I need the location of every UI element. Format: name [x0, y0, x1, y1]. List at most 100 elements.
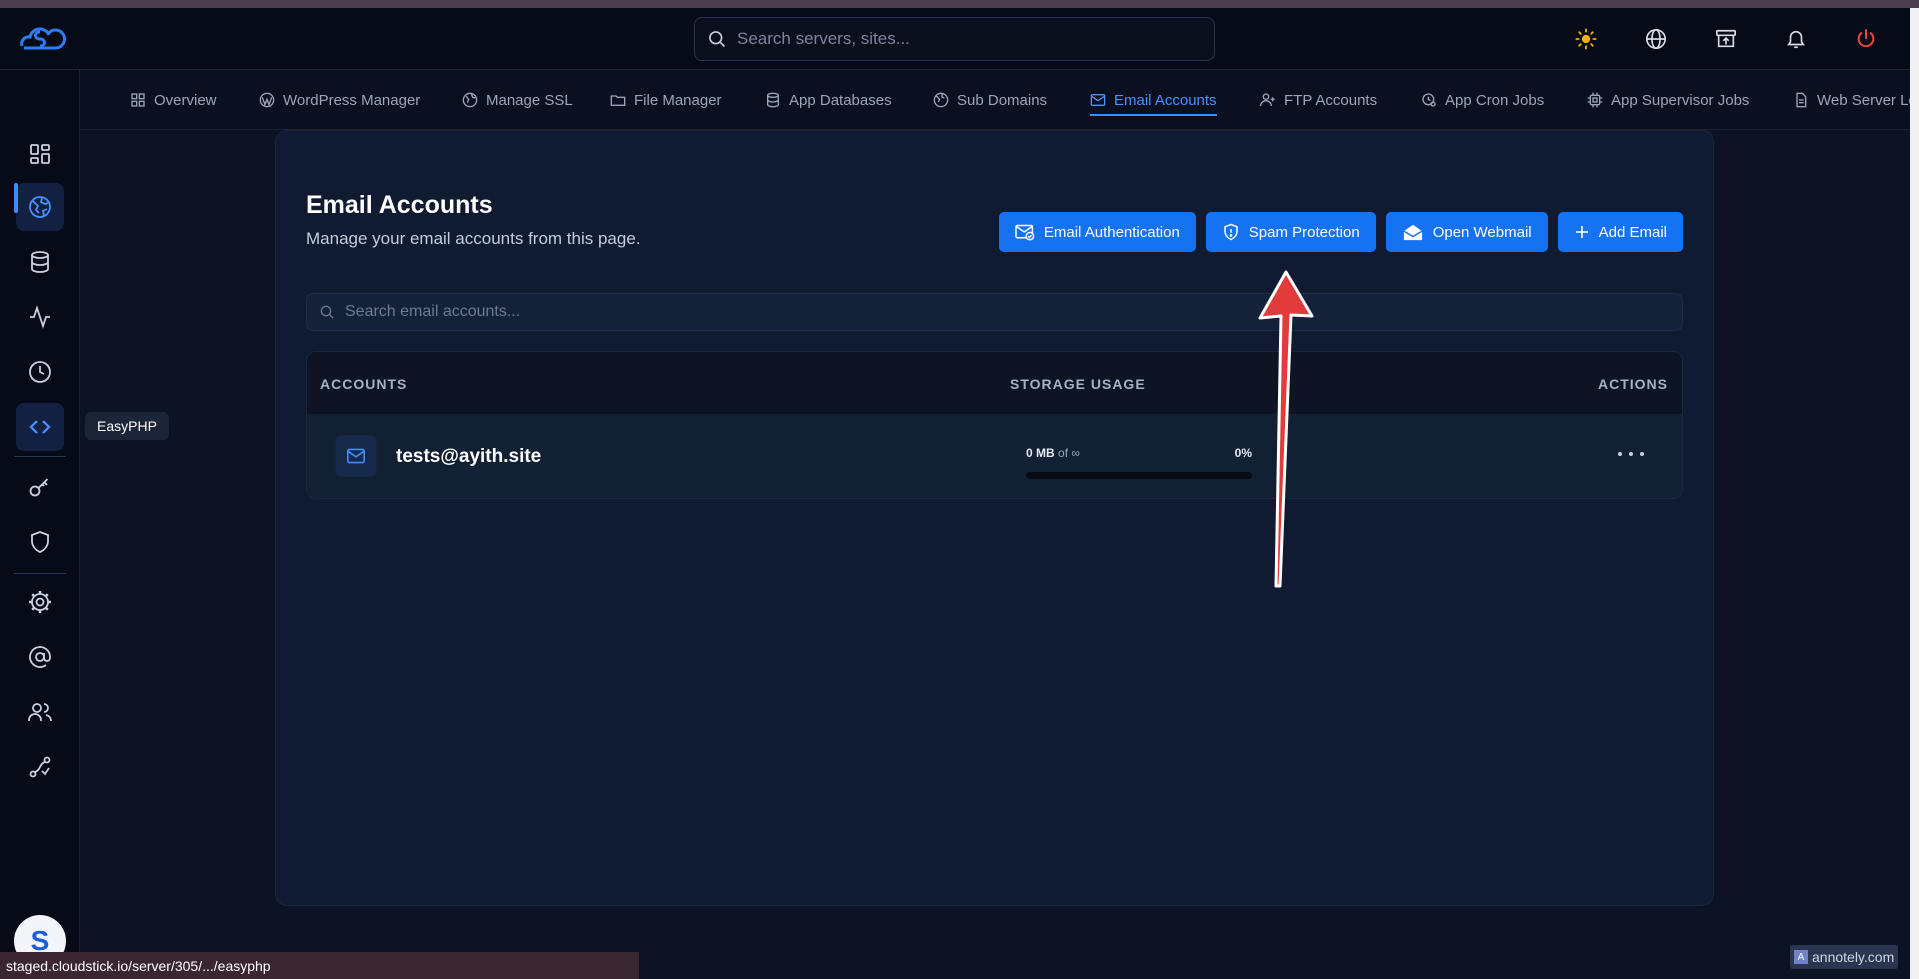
watermark-text: annotely.com — [1812, 949, 1895, 965]
tab-label: File Manager — [634, 91, 722, 109]
tab-sub-domains[interactable]: Sub Domains — [933, 70, 1048, 129]
table-row[interactable]: tests@ayith.site 0 MB of ∞ 0% — [307, 414, 1682, 498]
sidebar-divider — [14, 456, 66, 457]
global-search-input[interactable]: Search servers, sites... — [694, 17, 1215, 61]
wordpress-icon — [259, 92, 275, 108]
archive-button[interactable] — [1691, 8, 1761, 70]
email-search-input[interactable]: Search email accounts... — [306, 293, 1683, 331]
tab-app-cron-jobs[interactable]: App Cron Jobs — [1421, 70, 1544, 129]
sidebar-item-dashboard[interactable] — [16, 130, 64, 178]
email-authentication-label: Email Authentication — [1043, 223, 1180, 241]
key-icon — [29, 478, 49, 497]
tab-overview[interactable]: Overview — [130, 70, 217, 129]
user-plus-icon — [1260, 93, 1275, 107]
tab-label: App Databases — [789, 91, 892, 109]
top-bar: Search servers, sites... — [0, 8, 1910, 70]
account-icon-box — [335, 435, 377, 477]
column-header-storage: STORAGE USAGE — [1010, 376, 1146, 392]
spam-protection-label: Spam Protection — [1248, 223, 1360, 241]
storage-progress-bar — [1026, 472, 1252, 479]
tab-label: Sub Domains — [957, 91, 1048, 109]
grid-icon — [131, 93, 145, 107]
sidebar-item-monitoring[interactable] — [16, 293, 64, 341]
table-header: ACCOUNTS STORAGE USAGE ACTIONS — [307, 352, 1682, 414]
tab-app-supervisor-jobs[interactable]: App Supervisor Jobs — [1587, 70, 1749, 129]
open-webmail-button[interactable]: Open Webmail — [1385, 212, 1548, 252]
spam-protection-button[interactable]: Spam Protection — [1205, 212, 1376, 252]
email-accounts-table: ACCOUNTS STORAGE USAGE ACTIONS tests@ayi… — [306, 351, 1683, 499]
tab-file-manager[interactable]: File Manager — [610, 70, 722, 129]
file-icon — [1796, 92, 1807, 108]
users-icon — [28, 703, 52, 721]
database-icon — [31, 251, 49, 273]
open-webmail-label: Open Webmail — [1432, 223, 1532, 241]
sidebar-item-team[interactable] — [16, 688, 64, 736]
clock-icon — [29, 361, 51, 383]
tab-manage-ssl[interactable]: Manage SSL — [462, 70, 573, 129]
storage-percent: 0% — [1234, 446, 1252, 460]
tab-wordpress-manager[interactable]: WordPress Manager — [259, 70, 421, 129]
notifications-button[interactable] — [1761, 8, 1831, 70]
cron-icon — [1422, 93, 1436, 107]
account-email[interactable]: tests@ayith.site — [396, 446, 541, 468]
tab-label: FTP Accounts — [1284, 91, 1378, 109]
shield-alert-icon — [1224, 223, 1238, 241]
add-email-label: Add Email — [1598, 223, 1667, 241]
sidebar-item-security[interactable] — [16, 518, 64, 566]
at-icon — [29, 646, 51, 668]
mail-check-icon — [1015, 224, 1035, 241]
route-icon — [29, 756, 51, 778]
storage-used: 0 MB — [1026, 446, 1055, 460]
sun-icon — [1575, 28, 1597, 50]
browser-status-url: staged.cloudstick.io/server/305/.../easy… — [0, 952, 639, 979]
app-tab-bar: Overview WordPress Manager Manage SSL Fi… — [80, 70, 1910, 130]
column-header-accounts: ACCOUNTS — [320, 376, 408, 392]
globe-icon — [1646, 29, 1666, 49]
tab-ftp-accounts[interactable]: FTP Accounts — [1260, 70, 1378, 129]
cog-icon — [29, 591, 51, 613]
sidebar-divider — [14, 573, 66, 574]
activity-icon — [30, 305, 50, 329]
sidebar-item-email[interactable] — [16, 633, 64, 681]
sidebar-active-indicator — [14, 183, 18, 213]
watermark: A annotely.com — [1790, 945, 1899, 969]
language-button[interactable] — [1621, 8, 1691, 70]
sidebar-item-web-apps[interactable] — [16, 183, 64, 231]
search-icon — [320, 305, 334, 319]
sidebar-item-databases[interactable] — [16, 238, 64, 286]
globe-icon — [933, 92, 949, 108]
sidebar-item-easyphp[interactable] — [16, 403, 64, 451]
cloudstick-logo[interactable] — [18, 24, 72, 54]
email-search-placeholder: Search email accounts... — [345, 303, 521, 320]
window-scrollbar[interactable] — [1910, 8, 1919, 979]
sidebar-tooltip: EasyPHP — [85, 412, 169, 440]
page-subtitle: Manage your email accounts from this pag… — [306, 229, 641, 248]
shield-icon — [31, 531, 49, 553]
mail-icon — [347, 448, 365, 464]
tab-email-accounts[interactable]: Email Accounts — [1090, 70, 1217, 129]
ssl-icon — [462, 92, 478, 108]
dashboard-icon — [30, 144, 50, 164]
sidebar-item-keys[interactable] — [16, 463, 64, 511]
sidebar-item-routes[interactable] — [16, 743, 64, 791]
tab-label: Overview — [154, 91, 217, 109]
add-email-button[interactable]: Add Email — [1557, 212, 1683, 252]
logout-button[interactable] — [1831, 8, 1901, 70]
search-icon — [709, 31, 726, 48]
email-authentication-button[interactable]: Email Authentication — [998, 212, 1196, 252]
annotely-logo-icon: A — [1794, 950, 1808, 964]
tab-app-databases[interactable]: App Databases — [765, 70, 892, 129]
tab-label: WordPress Manager — [283, 91, 421, 109]
database-icon — [767, 92, 779, 108]
sidebar-item-settings[interactable] — [16, 578, 64, 626]
tab-label: Email Accounts — [1114, 91, 1217, 109]
theme-toggle-button[interactable] — [1551, 8, 1621, 70]
storage-usage: 0 MB of ∞ 0% — [1026, 446, 1252, 479]
folder-icon — [610, 95, 626, 106]
sidebar-item-cron[interactable] — [16, 348, 64, 396]
row-actions-button[interactable] — [1618, 444, 1644, 464]
tab-web-server-logs[interactable]: Web Server Lo — [1793, 70, 1910, 129]
email-accounts-card: Email Accounts Manage your email account… — [275, 130, 1714, 906]
global-search-placeholder: Search servers, sites... — [737, 29, 910, 48]
annotation-arrow — [1258, 270, 1314, 588]
